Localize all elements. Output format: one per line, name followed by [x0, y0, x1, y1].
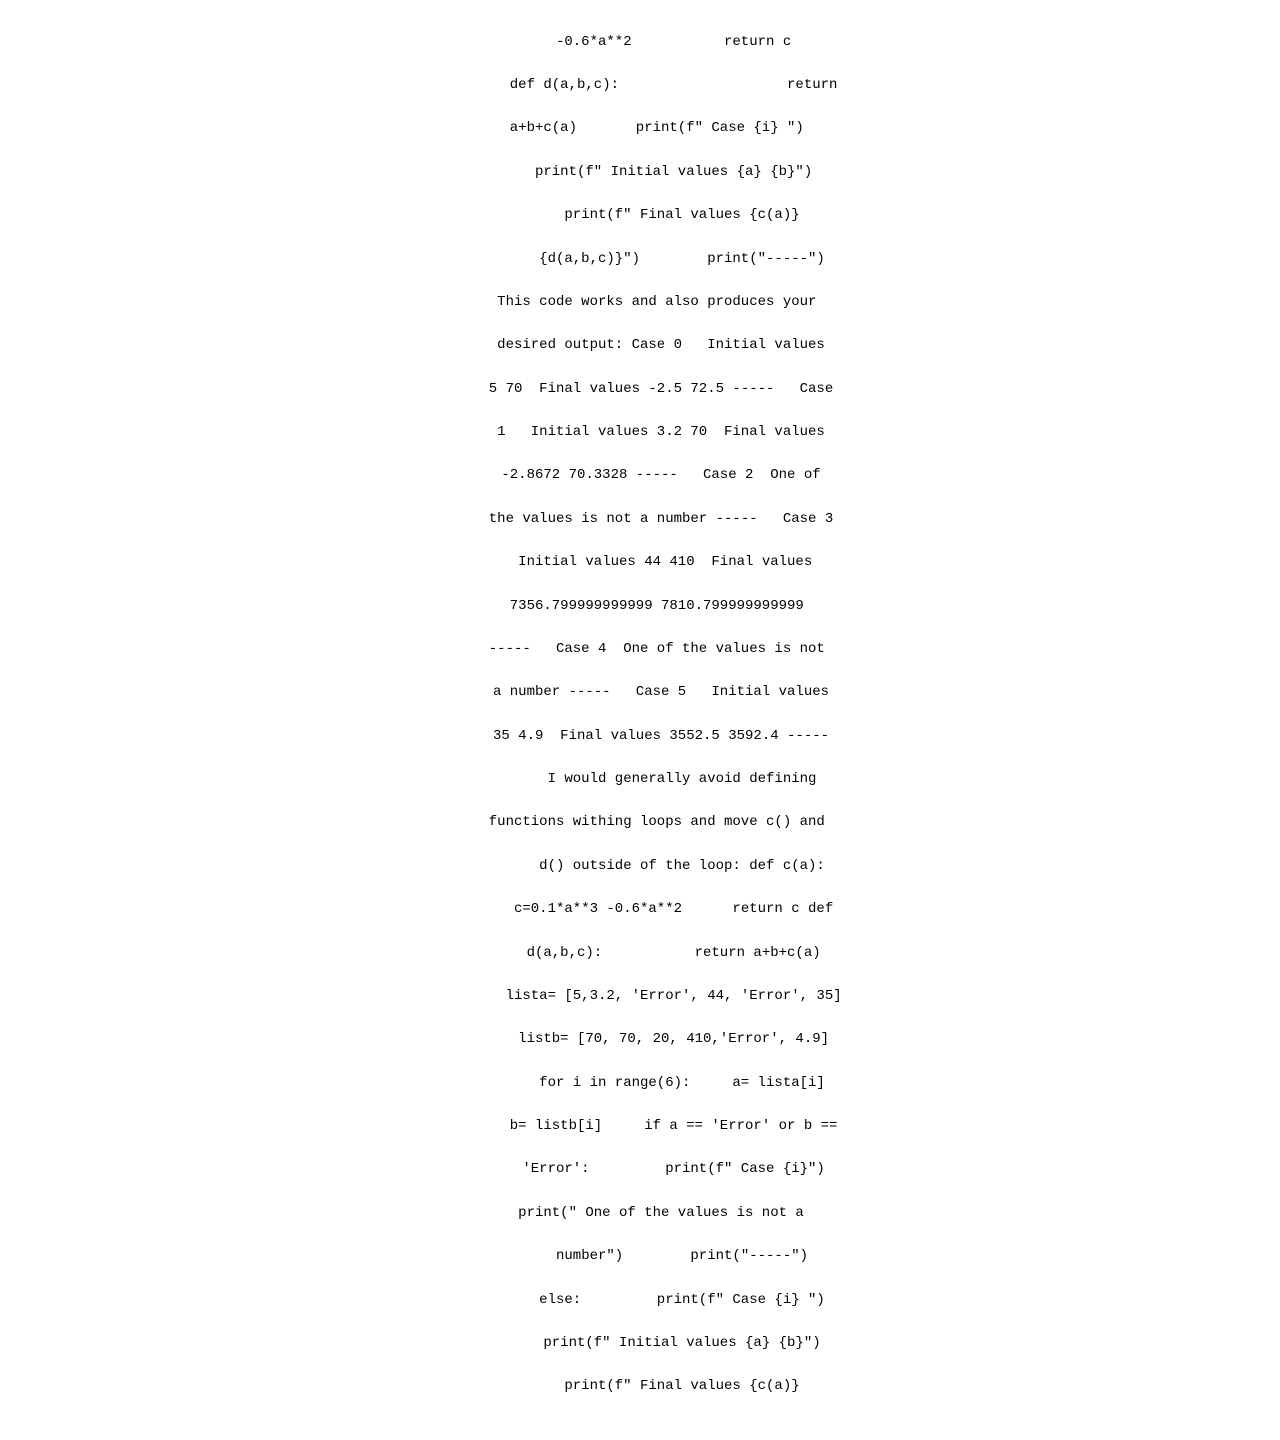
line-15: ----- Case 4 One of the values is not: [489, 641, 825, 657]
line-29: number") print("-----"): [506, 1248, 808, 1264]
line-23: lista= [5,3.2, 'Error', 44, 'Error', 35]: [472, 988, 842, 1004]
line-26: b= listb[i] if a == 'Error' or b ==: [476, 1118, 837, 1134]
line-3: a+b+c(a) print(f" Case {i} "): [510, 120, 804, 136]
main-content: -0.6*a**2 return c def d(a,b,c): return …: [0, 0, 1280, 1440]
line-11: -2.8672 70.3328 ----- Case 2 One of: [493, 467, 821, 483]
line-6: {d(a,b,c)}") print("-----"): [489, 251, 825, 267]
line-31: print(f" Initial values {a} {b}"): [493, 1335, 821, 1351]
line-17: 35 4.9 Final values 3552.5 3592.4 -----: [485, 728, 829, 744]
line-32: print(f" Final values {c(a)}: [514, 1378, 800, 1394]
line-21: c=0.1*a**3 -0.6*a**2 return c def: [480, 901, 833, 917]
line-25: for i in range(6): a= lista[i]: [489, 1075, 825, 1091]
line-30: else: print(f" Case {i} "): [489, 1292, 825, 1308]
line-4: print(f" Initial values {a} {b}"): [501, 164, 812, 180]
line-5: print(f" Final values {c(a)}: [514, 207, 800, 223]
line-19: functions withing loops and move c() and: [489, 814, 825, 830]
line-1: -0.6*a**2 return c: [522, 34, 791, 50]
line-7: This code works and also produces your: [497, 294, 816, 310]
line-9: 5 70 Final values -2.5 72.5 ----- Case: [480, 381, 833, 397]
line-13: Initial values 44 410 Final values: [501, 554, 812, 570]
line-2: def d(a,b,c): return: [476, 77, 837, 93]
line-10: 1 Initial values 3.2 70 Final values: [489, 424, 825, 440]
line-14: 7356.799999999999 7810.799999999999: [510, 598, 804, 614]
line-20: d() outside of the loop: def c(a):: [489, 858, 825, 874]
line-22: d(a,b,c): return a+b+c(a): [493, 945, 821, 961]
line-18: I would generally avoid defining: [497, 771, 816, 787]
code-output-block: -0.6*a**2 return c def d(a,b,c): return …: [240, 10, 1040, 1440]
line-28: print(" One of the values is not a: [510, 1205, 804, 1221]
line-12: the values is not a number ----- Case 3: [480, 511, 833, 527]
line-16: a number ----- Case 5 Initial values: [485, 684, 829, 700]
line-27: 'Error': print(f" Case {i}"): [489, 1161, 825, 1177]
line-24: listb= [70, 70, 20, 410,'Error', 4.9]: [485, 1031, 829, 1047]
line-8: desired output: Case 0 Initial values: [489, 337, 825, 353]
